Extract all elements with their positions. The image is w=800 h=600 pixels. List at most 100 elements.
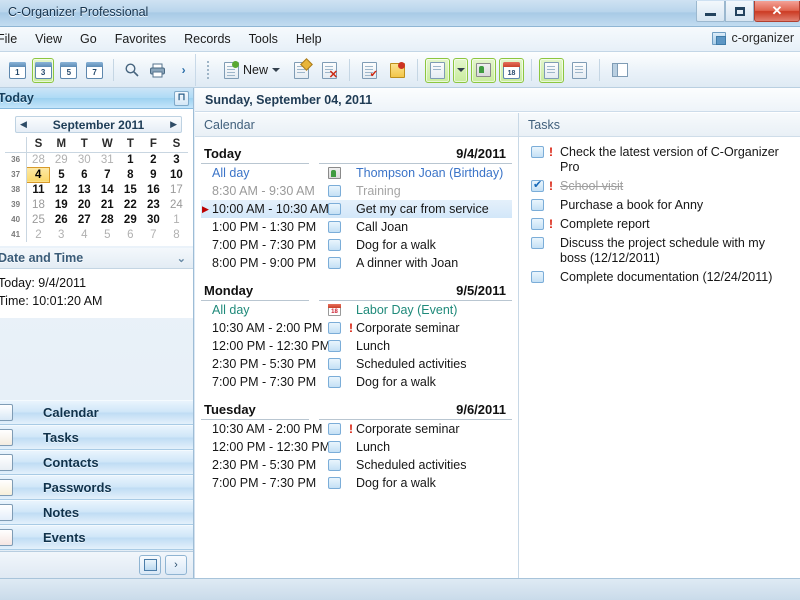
mini-calendar-day-cell[interactable]: 3	[50, 227, 73, 242]
calendar-event-row[interactable]: 10:30 AM - 2:00 PM! Corporate seminar	[201, 319, 512, 337]
task-checkbox[interactable]	[531, 178, 544, 193]
calendar-event-row[interactable]: 7:00 PM - 7:30 PM Dog for a walk	[201, 373, 512, 391]
task-checkbox[interactable]	[531, 199, 544, 211]
layout-button[interactable]	[607, 58, 632, 83]
mini-calendar-day-cell[interactable]: 27	[73, 212, 96, 227]
calendar-event-row[interactable]: 7:00 PM - 7:30 PM Dog for a walk	[201, 474, 512, 492]
mini-calendar-day-cell[interactable]: 17	[165, 182, 188, 197]
mini-calendar-day-cell[interactable]: 6	[73, 167, 96, 182]
sidebar-item-contacts[interactable]: Contacts	[0, 450, 193, 475]
events-toggle-button[interactable]: 18	[499, 57, 525, 83]
contacts-toggle-button[interactable]	[471, 57, 497, 83]
task-list-button[interactable]: ✔	[357, 58, 382, 83]
mini-calendar-day-cell[interactable]: 29	[119, 212, 142, 227]
print-button[interactable]	[147, 58, 170, 83]
sidebar-item-calendar[interactable]: Calendar	[0, 400, 193, 425]
task-row[interactable]: ·Discuss the project schedule with my bo…	[525, 234, 794, 268]
menu-favorites[interactable]: Favorites	[106, 29, 175, 49]
mini-calendar-day-cell[interactable]: 21	[96, 197, 119, 212]
calendar-event-row[interactable]: 2:30 PM - 5:30 PM Scheduled activities	[201, 456, 512, 474]
mini-calendar-day-cell[interactable]: 29	[50, 152, 73, 167]
mini-calendar-day-cell[interactable]: 8	[165, 227, 188, 242]
chevron-collapse-icon[interactable]: ⌄	[177, 252, 189, 265]
mini-calendar-day-cell[interactable]: 2	[142, 152, 165, 167]
mini-calendar-day-cell[interactable]: 28	[27, 152, 50, 167]
calendar-event-row[interactable]: 12:00 PM - 12:30 PM Lunch	[201, 337, 512, 355]
delete-record-button[interactable]: ✕	[317, 58, 342, 83]
note-button[interactable]	[385, 58, 410, 83]
mini-calendar-day-cell[interactable]: 15	[119, 182, 142, 197]
day-view-5-button[interactable]: 5	[57, 58, 80, 83]
print-preview-button[interactable]	[567, 58, 592, 83]
mini-calendar-day-cell[interactable]: 14	[96, 182, 119, 197]
filter-tasks-button[interactable]	[539, 57, 565, 83]
mini-calendar-day-cell[interactable]: 18	[27, 197, 50, 212]
mini-calendar-day-cell[interactable]: 26	[50, 212, 73, 227]
task-row[interactable]: ! Complete report	[525, 215, 794, 234]
tasks-toggle-button[interactable]	[425, 57, 451, 83]
task-checkbox[interactable]	[531, 271, 544, 283]
mini-calendar-day-cell[interactable]: 16	[142, 182, 165, 197]
mini-calendar-day-cell[interactable]: 19	[50, 197, 73, 212]
task-checkbox[interactable]	[531, 237, 544, 249]
mini-calendar-day-cell[interactable]: 10	[165, 167, 188, 182]
mini-calendar-day-cell[interactable]: 31	[96, 152, 119, 167]
mini-calendar-day-cell[interactable]: 9	[142, 167, 165, 182]
menu-help[interactable]: Help	[287, 29, 331, 49]
menu-go[interactable]: Go	[71, 29, 106, 49]
mini-calendar-day-cell[interactable]: 13	[73, 182, 96, 197]
mini-calendar-day-cell[interactable]: 5	[50, 167, 73, 182]
new-record-button[interactable]: New	[218, 58, 286, 83]
calendar-event-row[interactable]: All day Thompson Joan (Birthday)	[201, 164, 512, 182]
toolbar-grip[interactable]	[207, 61, 210, 79]
mini-calendar-day-cell[interactable]: 30	[73, 152, 96, 167]
menu-records[interactable]: Records	[175, 29, 240, 49]
menu-file[interactable]: File	[0, 29, 26, 49]
mini-calendar-day-cell[interactable]: 3	[165, 152, 188, 167]
maximize-button[interactable]	[725, 1, 754, 22]
sidebar-expand-button[interactable]: ›	[165, 555, 187, 575]
calendar-event-row[interactable]: 8:00 PM - 9:00 PM A dinner with Joan	[201, 254, 512, 272]
mini-calendar-day-cell[interactable]: 6	[119, 227, 142, 242]
mini-calendar-day-cell[interactable]: 12	[50, 182, 73, 197]
calendar-event-row[interactable]: 12:00 PM - 12:30 PM Lunch	[201, 438, 512, 456]
day-view-7-button[interactable]: 7	[83, 58, 106, 83]
calendar-event-row[interactable]: 7:00 PM - 7:30 PM Dog for a walk	[201, 236, 512, 254]
sidebar-item-notes[interactable]: Notes	[0, 500, 193, 525]
prev-month-button[interactable]: ◀	[20, 119, 27, 130]
calendar-event-row[interactable]: 1:00 PM - 1:30 PM Call Joan	[201, 218, 512, 236]
next-month-button[interactable]: ▶	[170, 119, 177, 130]
search-button[interactable]	[121, 58, 144, 83]
task-checkbox[interactable]	[531, 146, 544, 158]
calendar-event-row[interactable]: 10:30 AM - 2:00 PM! Corporate seminar	[201, 420, 512, 438]
mini-calendar-day-cell[interactable]: 25	[27, 212, 50, 227]
mini-calendar-day-cell[interactable]: 1	[119, 152, 142, 167]
day-view-1-button[interactable]: 1	[6, 58, 29, 83]
task-row[interactable]: ! School visit	[525, 177, 794, 196]
task-checkbox[interactable]	[531, 218, 544, 230]
mini-calendar-day-cell[interactable]: 7	[96, 167, 119, 182]
mini-calendar-day-cell[interactable]: 20	[73, 197, 96, 212]
mini-calendar-day-cell[interactable]: 28	[96, 212, 119, 227]
menu-tools[interactable]: Tools	[240, 29, 287, 49]
mini-calendar-day-cell[interactable]: 2	[27, 227, 50, 242]
day-view-3-button[interactable]: 3	[31, 57, 55, 83]
chevron-down-icon[interactable]	[272, 68, 281, 72]
mini-calendar-day-cell[interactable]: 7	[142, 227, 165, 242]
sidebar-item-passwords[interactable]: Passwords	[0, 475, 193, 500]
mini-calendar-day-cell[interactable]: 22	[119, 197, 142, 212]
mini-calendar-day-cell[interactable]: 1	[165, 212, 188, 227]
mini-calendar-day-cell[interactable]: 8	[119, 167, 142, 182]
menu-view[interactable]: View	[26, 29, 71, 49]
mini-calendar-day-cell[interactable]: 5	[96, 227, 119, 242]
mini-calendar-today-cell[interactable]: 4	[26, 166, 51, 183]
mini-calendar-day-cell[interactable]: 30	[142, 212, 165, 227]
calendar-event-row[interactable]: ▶ 10:00 AM - 10:30 AM Get my car from serv…	[201, 200, 512, 218]
pin-icon[interactable]: ⊓	[174, 90, 189, 106]
mini-calendar-day-cell[interactable]: 23	[142, 197, 165, 212]
minimize-button[interactable]	[696, 1, 725, 22]
sidebar-item-events[interactable]: Events	[0, 525, 193, 550]
toolbar-expand-left-button[interactable]: ›	[172, 58, 195, 83]
calendar-event-row[interactable]: All day 18 Labor Day (Event)	[201, 301, 512, 319]
close-button[interactable]: ✕	[754, 1, 800, 22]
